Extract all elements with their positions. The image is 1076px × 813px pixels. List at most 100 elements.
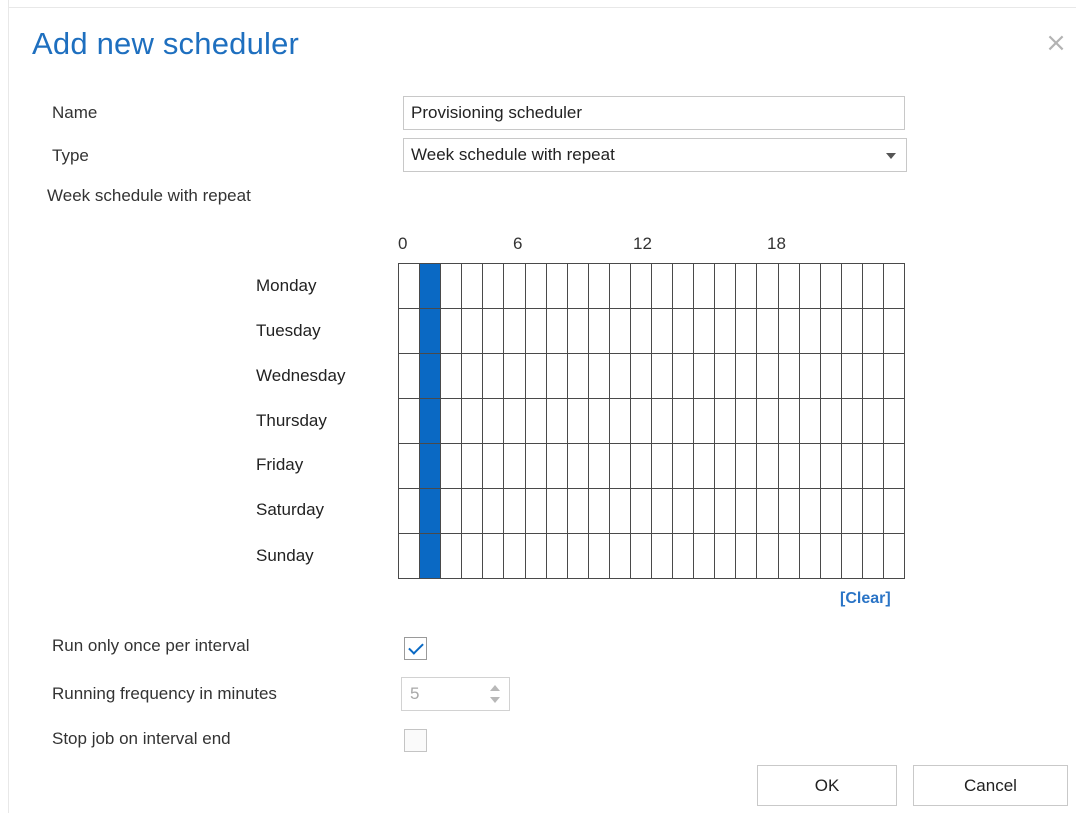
schedule-cell-thursday-15[interactable] <box>715 399 737 444</box>
schedule-cell-tuesday-20[interactable] <box>820 309 842 354</box>
stop-job-checkbox[interactable] <box>404 729 427 752</box>
schedule-cell-sunday-15[interactable] <box>715 534 737 579</box>
schedule-cell-thursday-10[interactable] <box>609 399 631 444</box>
schedule-cell-friday-1[interactable] <box>420 444 442 489</box>
schedule-cell-tuesday-8[interactable] <box>567 309 589 354</box>
schedule-cell-sunday-14[interactable] <box>694 534 716 579</box>
schedule-cell-friday-3[interactable] <box>462 444 484 489</box>
schedule-cell-monday-16[interactable] <box>736 264 758 309</box>
schedule-cell-tuesday-21[interactable] <box>841 309 863 354</box>
schedule-cell-monday-17[interactable] <box>757 264 779 309</box>
schedule-cell-friday-18[interactable] <box>778 444 800 489</box>
schedule-cell-wednesday-4[interactable] <box>483 354 505 399</box>
schedule-cell-monday-6[interactable] <box>525 264 547 309</box>
schedule-cell-friday-14[interactable] <box>694 444 716 489</box>
schedule-cell-tuesday-15[interactable] <box>715 309 737 354</box>
schedule-cell-friday-12[interactable] <box>652 444 674 489</box>
schedule-cell-wednesday-23[interactable] <box>883 354 905 399</box>
schedule-cell-thursday-6[interactable] <box>525 399 547 444</box>
schedule-cell-sunday-7[interactable] <box>546 534 568 579</box>
schedule-cell-saturday-15[interactable] <box>715 489 737 534</box>
schedule-cell-saturday-20[interactable] <box>820 489 842 534</box>
schedule-cell-thursday-11[interactable] <box>630 399 652 444</box>
schedule-cell-thursday-0[interactable] <box>399 399 421 444</box>
schedule-cell-thursday-4[interactable] <box>483 399 505 444</box>
schedule-cell-wednesday-20[interactable] <box>820 354 842 399</box>
schedule-cell-wednesday-21[interactable] <box>841 354 863 399</box>
schedule-cell-sunday-11[interactable] <box>630 534 652 579</box>
schedule-cell-sunday-20[interactable] <box>820 534 842 579</box>
schedule-cell-friday-19[interactable] <box>799 444 821 489</box>
schedule-cell-thursday-9[interactable] <box>588 399 610 444</box>
schedule-cell-thursday-23[interactable] <box>883 399 905 444</box>
schedule-cell-friday-15[interactable] <box>715 444 737 489</box>
schedule-cell-monday-19[interactable] <box>799 264 821 309</box>
schedule-cell-saturday-19[interactable] <box>799 489 821 534</box>
schedule-cell-monday-12[interactable] <box>652 264 674 309</box>
schedule-cell-wednesday-5[interactable] <box>504 354 526 399</box>
schedule-cell-tuesday-12[interactable] <box>652 309 674 354</box>
schedule-cell-friday-13[interactable] <box>673 444 695 489</box>
schedule-cell-saturday-12[interactable] <box>652 489 674 534</box>
schedule-cell-tuesday-3[interactable] <box>462 309 484 354</box>
schedule-cell-tuesday-7[interactable] <box>546 309 568 354</box>
schedule-cell-sunday-13[interactable] <box>673 534 695 579</box>
schedule-cell-saturday-22[interactable] <box>862 489 884 534</box>
schedule-cell-wednesday-3[interactable] <box>462 354 484 399</box>
schedule-cell-thursday-16[interactable] <box>736 399 758 444</box>
schedule-cell-monday-9[interactable] <box>588 264 610 309</box>
schedule-cell-sunday-0[interactable] <box>399 534 421 579</box>
schedule-cell-saturday-6[interactable] <box>525 489 547 534</box>
schedule-cell-friday-8[interactable] <box>567 444 589 489</box>
schedule-cell-saturday-5[interactable] <box>504 489 526 534</box>
schedule-cell-tuesday-1[interactable] <box>420 309 442 354</box>
schedule-cell-saturday-11[interactable] <box>630 489 652 534</box>
schedule-cell-monday-11[interactable] <box>630 264 652 309</box>
schedule-cell-tuesday-5[interactable] <box>504 309 526 354</box>
schedule-cell-wednesday-14[interactable] <box>694 354 716 399</box>
schedule-cell-wednesday-7[interactable] <box>546 354 568 399</box>
schedule-cell-friday-23[interactable] <box>883 444 905 489</box>
schedule-cell-monday-15[interactable] <box>715 264 737 309</box>
cancel-button[interactable]: Cancel <box>913 765 1068 806</box>
schedule-cell-wednesday-19[interactable] <box>799 354 821 399</box>
schedule-cell-thursday-18[interactable] <box>778 399 800 444</box>
schedule-cell-sunday-6[interactable] <box>525 534 547 579</box>
schedule-cell-thursday-13[interactable] <box>673 399 695 444</box>
schedule-cell-monday-5[interactable] <box>504 264 526 309</box>
schedule-cell-sunday-19[interactable] <box>799 534 821 579</box>
schedule-cell-tuesday-22[interactable] <box>862 309 884 354</box>
schedule-cell-wednesday-8[interactable] <box>567 354 589 399</box>
schedule-cell-monday-2[interactable] <box>441 264 463 309</box>
schedule-cell-wednesday-15[interactable] <box>715 354 737 399</box>
schedule-cell-saturday-18[interactable] <box>778 489 800 534</box>
schedule-cell-saturday-0[interactable] <box>399 489 421 534</box>
schedule-cell-tuesday-0[interactable] <box>399 309 421 354</box>
schedule-cell-tuesday-13[interactable] <box>673 309 695 354</box>
schedule-cell-sunday-18[interactable] <box>778 534 800 579</box>
schedule-cell-wednesday-18[interactable] <box>778 354 800 399</box>
schedule-cell-saturday-23[interactable] <box>883 489 905 534</box>
schedule-cell-friday-5[interactable] <box>504 444 526 489</box>
schedule-cell-wednesday-9[interactable] <box>588 354 610 399</box>
schedule-cell-monday-3[interactable] <box>462 264 484 309</box>
schedule-cell-friday-2[interactable] <box>441 444 463 489</box>
schedule-cell-friday-16[interactable] <box>736 444 758 489</box>
schedule-cell-saturday-8[interactable] <box>567 489 589 534</box>
schedule-cell-wednesday-1[interactable] <box>420 354 442 399</box>
schedule-cell-friday-10[interactable] <box>609 444 631 489</box>
schedule-cell-thursday-12[interactable] <box>652 399 674 444</box>
schedule-cell-monday-23[interactable] <box>883 264 905 309</box>
schedule-cell-sunday-3[interactable] <box>462 534 484 579</box>
schedule-cell-sunday-22[interactable] <box>862 534 884 579</box>
schedule-cell-friday-4[interactable] <box>483 444 505 489</box>
schedule-cell-monday-10[interactable] <box>609 264 631 309</box>
schedule-cell-monday-1[interactable] <box>420 264 442 309</box>
schedule-cell-monday-13[interactable] <box>673 264 695 309</box>
schedule-cell-sunday-17[interactable] <box>757 534 779 579</box>
schedule-cell-monday-4[interactable] <box>483 264 505 309</box>
schedule-cell-saturday-16[interactable] <box>736 489 758 534</box>
schedule-cell-friday-17[interactable] <box>757 444 779 489</box>
schedule-cell-sunday-2[interactable] <box>441 534 463 579</box>
name-input[interactable]: Provisioning scheduler <box>403 96 905 130</box>
